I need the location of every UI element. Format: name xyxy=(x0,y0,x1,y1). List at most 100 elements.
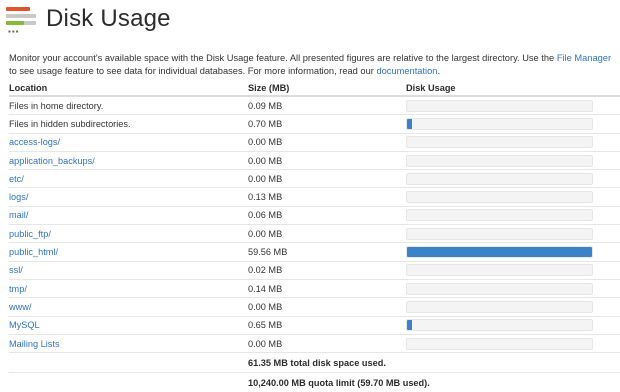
location-label: Files in hidden subdirectories. xyxy=(9,118,131,129)
usage-cell xyxy=(406,224,620,243)
table-row: access-logs/0.00 MB xyxy=(9,132,620,152)
location-link[interactable]: MySQL xyxy=(9,320,40,330)
size-value: 0.00 MB xyxy=(248,297,406,317)
size-value: 0.00 MB xyxy=(248,150,406,170)
location-link[interactable]: tmp/ xyxy=(9,284,27,294)
location-cell: MySQL xyxy=(9,315,248,335)
location-link[interactable]: public_html/ xyxy=(9,247,58,257)
size-value: 59.56 MB xyxy=(248,242,406,262)
summary-spacer xyxy=(9,352,248,373)
usage-cell xyxy=(406,205,620,225)
usage-bar xyxy=(406,337,593,350)
documentation-link[interactable]: documentation xyxy=(376,66,437,76)
usage-bar xyxy=(406,191,593,204)
location-link[interactable]: logs/ xyxy=(9,192,28,202)
location-link[interactable]: access-logs/ xyxy=(9,137,60,147)
usage-cell xyxy=(406,95,620,115)
location-cell: ssl/ xyxy=(9,260,248,280)
location-link[interactable]: mail/ xyxy=(9,210,28,220)
usage-cell xyxy=(406,150,620,170)
location-link[interactable]: Mailing Lists xyxy=(9,339,60,349)
page-title: Disk Usage xyxy=(46,5,171,32)
column-header-usage: Disk Usage xyxy=(406,80,620,97)
table-row: tmp/0.14 MB xyxy=(9,278,620,298)
table-row: etc/0.00 MB xyxy=(9,169,620,188)
size-value: 0.70 MB xyxy=(248,114,406,134)
page-description: Monitor your account's available space w… xyxy=(9,52,619,78)
description-text-2: to see usage feature to see data for ind… xyxy=(9,66,377,76)
total-used-row: 61.35 MB total disk space used. xyxy=(9,352,620,373)
location-cell: tmp/ xyxy=(9,278,248,298)
file-manager-link[interactable]: File Manager xyxy=(557,53,611,63)
table-body: Files in home directory. 0.09 MB Files in … xyxy=(9,95,620,353)
location-cell: Files in hidden subdirectories. xyxy=(9,114,248,134)
location-link[interactable]: ssl/ xyxy=(9,265,23,275)
table-row: Files in hidden subdirectories. 0.70 MB xyxy=(9,114,620,134)
column-header-size[interactable]: Size (MB) xyxy=(248,80,406,97)
size-value: 0.65 MB xyxy=(248,315,406,335)
usage-bar xyxy=(406,246,593,259)
location-cell: public_ftp/ xyxy=(9,224,248,243)
usage-cell xyxy=(406,242,620,262)
usage-bar xyxy=(406,264,593,277)
usage-bar xyxy=(406,209,593,222)
usage-cell xyxy=(406,297,620,317)
usage-bar xyxy=(406,99,593,112)
column-header-location[interactable]: Location xyxy=(9,80,248,97)
location-cell: Mailing Lists xyxy=(9,333,248,353)
table-row: Mailing Lists 0.00 MB xyxy=(9,333,620,353)
size-value: 0.06 MB xyxy=(248,205,406,225)
disk-usage-icon: ▪▪▪ xyxy=(6,5,38,36)
location-cell: Files in home directory. xyxy=(9,95,248,115)
usage-cell xyxy=(406,315,620,335)
table-row: MySQL 0.65 MB xyxy=(9,315,620,335)
usage-bar xyxy=(406,300,593,313)
size-value: 0.09 MB xyxy=(248,95,406,115)
location-link[interactable]: application_backups/ xyxy=(9,156,95,166)
location-link[interactable]: etc/ xyxy=(9,174,24,184)
location-link[interactable]: public_ftp/ xyxy=(9,229,51,239)
table-row: public_ftp/0.00 MB xyxy=(9,224,620,243)
table-row: application_backups/0.00 MB xyxy=(9,150,620,170)
usage-cell xyxy=(406,169,620,188)
summary-spacer xyxy=(9,372,248,392)
usage-bar xyxy=(406,136,593,149)
location-cell: etc/ xyxy=(9,169,248,188)
table-row: public_html/59.56 MB xyxy=(9,242,620,262)
table-row: Files in home directory. 0.09 MB xyxy=(9,95,620,115)
usage-cell xyxy=(406,278,620,298)
size-value: 0.02 MB xyxy=(248,260,406,280)
size-value: 0.00 MB xyxy=(248,169,406,188)
table-row: ssl/0.02 MB xyxy=(9,260,620,280)
usage-bar xyxy=(406,227,593,240)
description-text-1: Monitor your account's available space w… xyxy=(9,53,557,63)
size-value: 0.00 MB xyxy=(248,224,406,243)
location-cell: mail/ xyxy=(9,205,248,225)
usage-cell xyxy=(406,114,620,134)
total-used-text: 61.35 MB total disk space used. xyxy=(248,352,620,373)
location-label: Files in home directory. xyxy=(9,100,104,111)
location-cell: application_backups/ xyxy=(9,150,248,170)
usage-bar xyxy=(406,154,593,167)
location-link[interactable]: www/ xyxy=(9,302,31,312)
description-text-3: . xyxy=(437,66,441,76)
disk-usage-table: Location Size (MB) Disk Usage Files in h… xyxy=(9,80,620,392)
size-value: 0.14 MB xyxy=(248,278,406,298)
usage-bar xyxy=(406,117,593,130)
usage-cell xyxy=(406,132,620,152)
usage-bar-fill xyxy=(407,118,412,129)
usage-bar xyxy=(406,282,593,295)
table-header-row: Location Size (MB) Disk Usage xyxy=(9,80,620,97)
table-row: logs/0.13 MB xyxy=(9,187,620,207)
size-value: 0.00 MB xyxy=(248,132,406,152)
table-row: www/0.00 MB xyxy=(9,297,620,317)
usage-cell xyxy=(406,187,620,207)
usage-bar-fill xyxy=(407,320,412,331)
quota-limit-text: 10,240.00 MB quota limit (59.70 MB used)… xyxy=(248,372,620,392)
location-cell: logs/ xyxy=(9,187,248,207)
location-cell: access-logs/ xyxy=(9,132,248,152)
usage-bar xyxy=(406,172,593,185)
location-cell: www/ xyxy=(9,297,248,317)
page-header: ▪▪▪ Disk Usage xyxy=(6,2,171,36)
location-cell: public_html/ xyxy=(9,242,248,262)
